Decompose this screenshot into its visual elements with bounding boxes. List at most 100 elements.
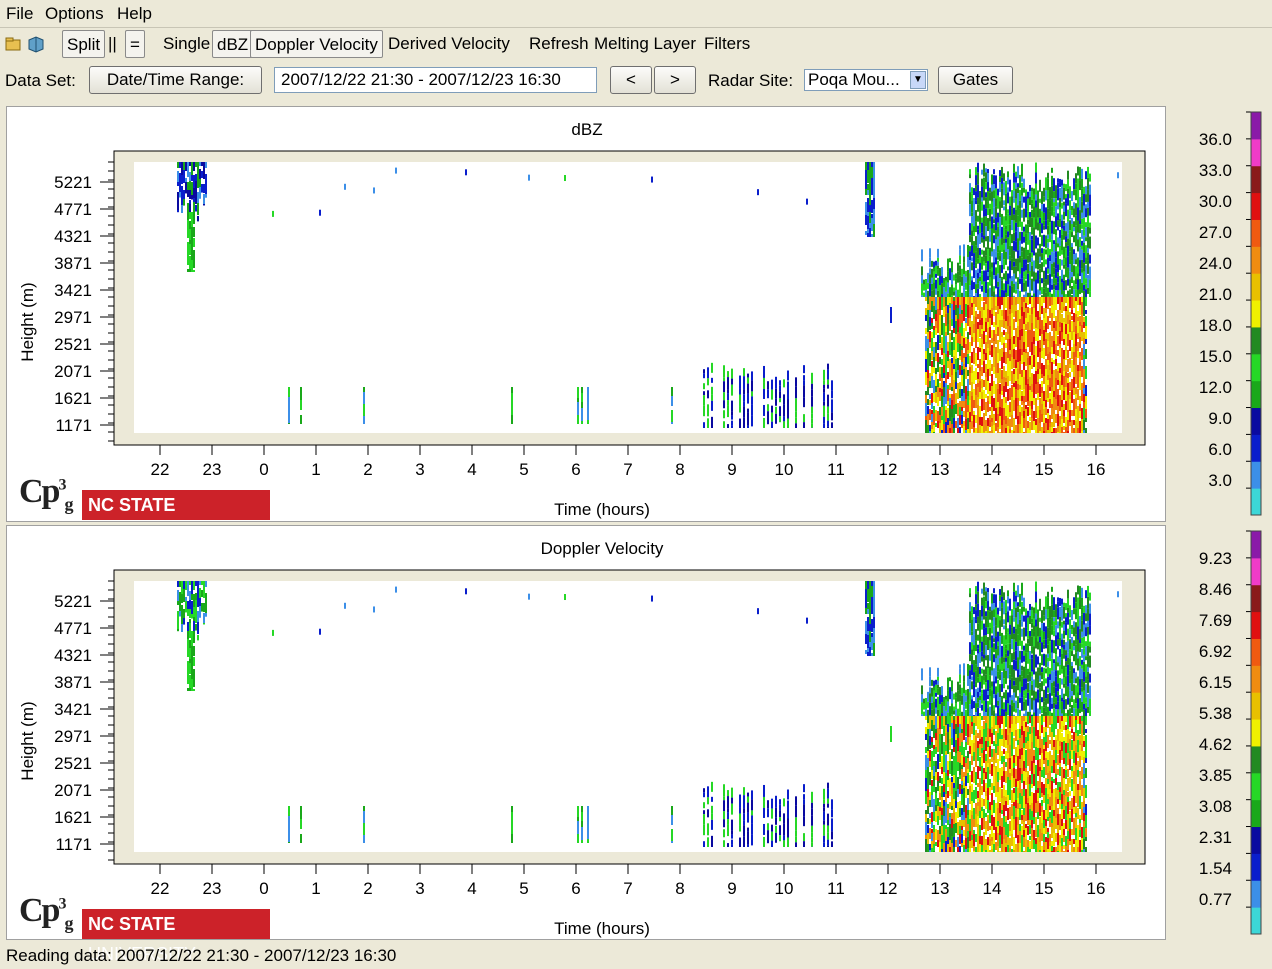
echo-cell: [1065, 324, 1067, 334]
single-button[interactable]: Single: [161, 30, 212, 58]
echo-cell: [577, 806, 579, 817]
chevron-down-icon[interactable]: ▼: [910, 71, 926, 89]
menu-options[interactable]: Options: [45, 4, 104, 24]
echo-cell: [1019, 232, 1021, 241]
echo-cell: [949, 312, 951, 320]
echo-cell: [971, 257, 973, 261]
echo-cell: [1055, 625, 1057, 635]
echo-cell: [985, 655, 987, 660]
split-button[interactable]: Split: [62, 30, 105, 58]
echo-cell: [1031, 240, 1033, 253]
echo-cell: [1035, 830, 1037, 837]
gates-button[interactable]: Gates: [938, 66, 1013, 94]
echo-cell: [935, 423, 937, 427]
echo-cell: [1039, 693, 1041, 699]
echo-cell: [1031, 279, 1033, 291]
echo-cell: [957, 691, 959, 702]
echo-cell: [1027, 618, 1029, 631]
echo-cell: [1037, 237, 1039, 245]
echo-cell: [973, 716, 975, 723]
echo-cell: [1059, 763, 1061, 767]
echo-cell: [1001, 348, 1003, 357]
menu-help[interactable]: Help: [117, 4, 152, 24]
echo-cell: [1059, 179, 1061, 187]
echo-cell: [1031, 204, 1033, 209]
melting-layer-button[interactable]: Melting Layer: [592, 30, 698, 58]
echo-cell: [831, 831, 833, 839]
echo-cell: [1007, 334, 1009, 339]
equals-button[interactable]: =: [125, 30, 145, 58]
dbz-button[interactable]: dBZ: [212, 30, 253, 58]
echo-cell: [1011, 695, 1013, 700]
echo-cell: [671, 841, 673, 843]
echo-cell: [981, 399, 983, 411]
echo-cell: [999, 197, 1001, 201]
echo-cell: [1071, 206, 1073, 210]
echo-cell: [969, 665, 971, 670]
echo-cell: [1025, 750, 1027, 760]
echo-cell: [1009, 698, 1011, 705]
echo-cell: [1035, 253, 1037, 262]
echo-cell: [981, 617, 983, 621]
echo-cell: [1035, 790, 1037, 803]
echo-cell: [1017, 215, 1019, 227]
echo-cell: [989, 623, 991, 628]
doppler-velocity-button[interactable]: Doppler Velocity: [250, 30, 383, 58]
echo-cell: [981, 726, 983, 737]
echo-cell: [965, 283, 967, 290]
echo-cell: [873, 216, 875, 224]
filters-button[interactable]: Filters: [702, 30, 752, 58]
echo-cell: [1075, 672, 1077, 678]
echo-cell: [823, 821, 825, 825]
echo-cell: [1061, 838, 1063, 846]
x-tick-label: 23: [203, 460, 222, 479]
next-button[interactable]: >: [654, 66, 696, 94]
echo-cell: [993, 341, 995, 348]
echo-cell: [943, 792, 945, 797]
prev-button[interactable]: <: [610, 66, 652, 94]
echo-cell: [1033, 297, 1035, 308]
echo-cell: [955, 284, 957, 290]
echo-cell: [191, 162, 193, 175]
echo-cell: [1081, 302, 1083, 314]
echo-cell: [977, 698, 979, 703]
echo-cell: [997, 246, 999, 253]
open-folder-icon[interactable]: [4, 34, 24, 54]
echo-cell: [1017, 424, 1019, 428]
echo-cell: [989, 297, 991, 310]
echo-cell: [975, 191, 977, 200]
echo-cell: [1045, 259, 1047, 264]
echo-cell: [1085, 385, 1087, 396]
echo-cell: [1013, 703, 1015, 712]
parallel-button[interactable]: ||: [106, 30, 119, 58]
echo-cell: [1047, 784, 1049, 794]
echo-cell: [1027, 644, 1029, 653]
date-range-field[interactable]: 2007/12/22 21:30 - 2007/12/23 16:30: [274, 67, 597, 93]
echo-cell: [981, 367, 983, 376]
echo-cell: [1067, 797, 1069, 802]
echo-cell: [1009, 412, 1011, 417]
derived-velocity-button[interactable]: Derived Velocity: [386, 30, 512, 58]
echo-cell: [1043, 834, 1045, 842]
echo-cell: [925, 709, 927, 716]
date-time-range-button[interactable]: Date/Time Range:: [89, 66, 262, 94]
book-icon[interactable]: [26, 34, 46, 54]
menu-file[interactable]: File: [6, 4, 33, 24]
echo-cell: [941, 396, 943, 407]
echo-cell: [999, 647, 1001, 658]
echo-cell: [933, 406, 935, 413]
radar-site-select[interactable]: Poqa Mou... ▼: [804, 69, 928, 91]
echo-cell: [1031, 685, 1033, 696]
echo-cell: [981, 694, 983, 704]
echo-cell: [933, 766, 935, 776]
refresh-button[interactable]: Refresh: [527, 30, 591, 58]
echo-cell: [1003, 668, 1005, 678]
echo-cell: [1049, 222, 1051, 234]
echo-cell: [989, 826, 991, 830]
echo-cell: [1051, 432, 1053, 433]
echo-cell: [933, 326, 935, 330]
echo-cell: [723, 392, 725, 400]
echo-cell: [1017, 390, 1019, 398]
echo-cell: [997, 808, 999, 821]
echo-cell: [1063, 350, 1065, 359]
